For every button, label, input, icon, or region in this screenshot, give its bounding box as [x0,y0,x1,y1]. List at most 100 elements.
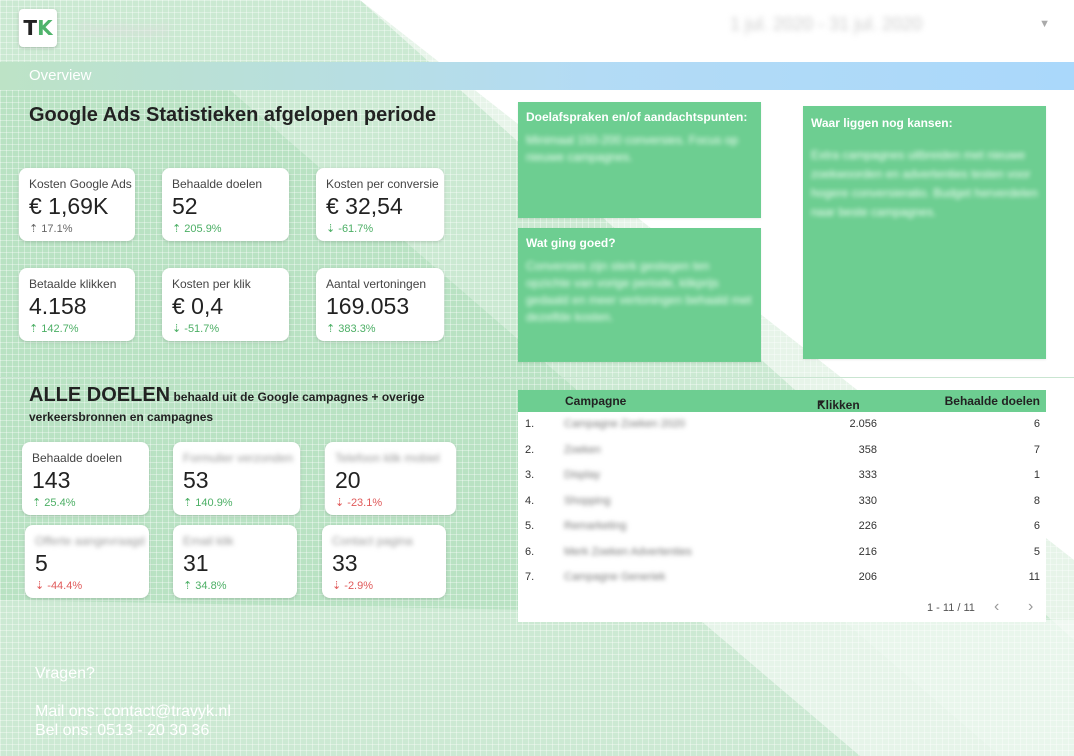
arrow-up-icon: ⇡ [29,323,42,335]
chevron-right-icon[interactable]: › [1028,598,1033,616]
chevron-left-icon[interactable]: ‹ [994,598,999,616]
row-clicks: 206 [858,571,877,583]
arrow-up-icon: ⇡ [29,223,42,235]
row-goals: 6 [1033,418,1040,430]
logo-letter-k: K [37,16,53,40]
row-index: 6. [525,545,535,558]
kpi-change: ⇡ 142.7% [29,323,79,335]
arrow-up-icon: ⇡ [183,580,196,592]
note-title: Waar liggen nog kansen: [811,116,953,130]
goal-card-behaalde-doelen[interactable]: Behaalde doelen 143 ⇡ 25.4% [22,442,149,515]
goal-card-5[interactable]: Email klik 31 ⇡ 34.8% [173,525,297,598]
kpi-value: € 0,4 [172,293,224,319]
kpi-card-kosten-per-conversie[interactable]: Kosten per conversie € 32,54 ⇣ -61.7% [316,168,444,241]
row-goals: 11 [1028,571,1040,583]
note-title: Wat ging goed? [526,236,616,250]
row-clicks: 216 [858,545,877,558]
contact-phone[interactable]: Bel ons: 0513 - 20 30 36 [35,722,209,740]
table-row[interactable]: 1. Campagne Zoeken 2020 2.056 6 [518,412,1046,438]
date-range-text: 1 jul. 2020 - 31 jul. 2020 [730,14,923,34]
note-wat-ging-goed: Wat ging goed? Conversies zijn sterk ges… [518,228,761,362]
table-row[interactable]: 2. Zoeken 358 7 [518,438,1046,464]
arrow-down-icon: ⇣ [332,580,345,592]
kpi-change: ⇡ 25.4% [32,497,76,509]
table-body: 1. Campagne Zoeken 2020 2.056 6 2. Zoeken 358… [518,412,1046,591]
kpi-change: ⇣ -51.7% [172,323,220,335]
kpi-card-kosten-per-klik[interactable]: Kosten per klik € 0,4 ⇣ -51.7% [162,268,289,341]
row-campaign: Zoeken [564,443,601,456]
kpi-change: ⇣ -23.1% [335,497,383,509]
note-kansen: Waar liggen nog kansen: Extra campagnes … [803,106,1046,359]
goal-card-3[interactable]: Telefoon klik mobiel 20 ⇣ -23.1% [325,442,456,515]
campaign-table: Campagne Klikken ▼ Behaalde doelen 1. Cam… [518,390,1046,622]
note-title: Doelafspraken en/of aandachtspunten: [526,110,748,124]
goal-card-6[interactable]: Contact pagina 33 ⇣ -2.9% [322,525,446,598]
google-ads-title: Google Ads Statistieken afgelopen period… [29,104,437,126]
kpi-label: Betaalde klikken [29,277,117,291]
arrow-down-icon: ⇣ [172,323,185,335]
row-campaign: Display [564,469,601,481]
row-campaign: Shopping [564,494,611,507]
row-clicks: 2.056 [849,418,877,430]
kpi-card-behaalde-doelen[interactable]: Behaalde doelen 52 ⇡ 205.9% [162,168,289,241]
contact-question: Vragen? [35,665,95,682]
column-header-behaalde-doelen[interactable]: Behaalde doelen [945,394,1040,408]
kpi-value: 169.053 [326,293,410,319]
kpi-card-kosten-google-ads[interactable]: Kosten Google Ads € 1,69K ⇡ 17.1% [19,168,135,241]
goal-card-4[interactable]: Offerte aangevraagd 5 ⇣ -44.4% [25,525,149,598]
table-row[interactable]: 6. Merk Zoeken Advertenties 216 5 [518,540,1046,566]
kpi-label: Kosten per klik [172,277,251,291]
kpi-change: ⇡ 383.3% [326,323,376,335]
table-row[interactable]: 7. Campagne Generiek 206 11 [518,565,1046,591]
kpi-change: ⇡ 205.9% [172,223,222,235]
kpi-value: 31 [183,550,209,576]
goal-card-2[interactable]: Formulier verzonden 53 ⇡ 140.9% [173,442,300,515]
table-row[interactable]: 5. Remarketing 226 6 [518,514,1046,540]
row-goals: 5 [1033,545,1040,558]
arrow-down-icon: ⇣ [326,223,339,235]
table-header: Campagne Klikken ▼ Behaalde doelen [518,390,1046,412]
kpi-change: ⇡ 140.9% [183,497,233,509]
row-goals: 6 [1033,520,1040,532]
row-campaign: Campagne Generiek [564,571,666,583]
kpi-value: 52 [172,193,198,219]
arrow-down-icon: ⇣ [335,497,348,509]
table-row[interactable]: 3. Display 333 1 [518,463,1046,489]
kpi-label: Behaalde doelen [32,451,123,465]
note-body: Conversies zijn sterk gestegen ten opzic… [526,259,752,324]
kpi-change: ⇡ 34.8% [183,580,227,592]
date-range-selector[interactable]: 1 jul. 2020 - 31 jul. 2020 ▼ [730,12,1060,38]
logo-letter-t: T [23,16,38,40]
kpi-label: Aantal vertoningen [326,277,427,291]
kpi-value: € 1,69K [29,193,109,219]
column-header-campagne[interactable]: Campagne [565,394,626,408]
kpi-value: 20 [335,467,361,493]
arrow-down-icon: ⇣ [35,580,48,592]
contact-mail[interactable]: Mail ons: contact@travyk.nl [35,703,231,721]
kpi-value: 4.158 [29,293,87,319]
kpi-card-aantal-vertoningen[interactable]: Aantal vertoningen 169.053 ⇡ 383.3% [316,268,444,341]
row-index: 4. [525,494,535,507]
note-doelafspraken: Doelafspraken en/of aandachtspunten: Min… [518,102,761,218]
row-index: 3. [525,469,535,481]
kpi-value: 33 [332,550,358,576]
sort-desc-icon: ▼ [817,398,825,407]
brand-logo[interactable]: TK [19,9,57,47]
arrow-up-icon: ⇡ [326,323,339,335]
report-title-blurred: Dashboard [80,20,169,40]
row-clicks: 226 [858,520,877,532]
kpi-change: ⇣ -61.7% [326,223,374,235]
row-campaign: Campagne Zoeken 2020 [564,418,686,430]
kpi-change: ⇣ -2.9% [332,580,374,592]
kpi-change: ⇡ 17.1% [29,223,73,235]
kpi-card-betaalde-klikken[interactable]: Betaalde klikken 4.158 ⇡ 142.7% [19,268,135,341]
row-goals: 7 [1033,443,1040,456]
arrow-up-icon: ⇡ [183,497,196,509]
kpi-label: Contact pagina [332,534,413,548]
arrow-up-icon: ⇡ [32,497,45,509]
table-row[interactable]: 4. Shopping 330 8 [518,489,1046,515]
kpi-change: ⇣ -44.4% [35,580,83,592]
alle-doelen-title: ALLE DOELEN behaald uit de Google campag… [29,385,449,427]
kpi-label: Behaalde doelen [172,177,263,191]
alle-doelen-title-main: ALLE DOELEN [29,384,171,406]
